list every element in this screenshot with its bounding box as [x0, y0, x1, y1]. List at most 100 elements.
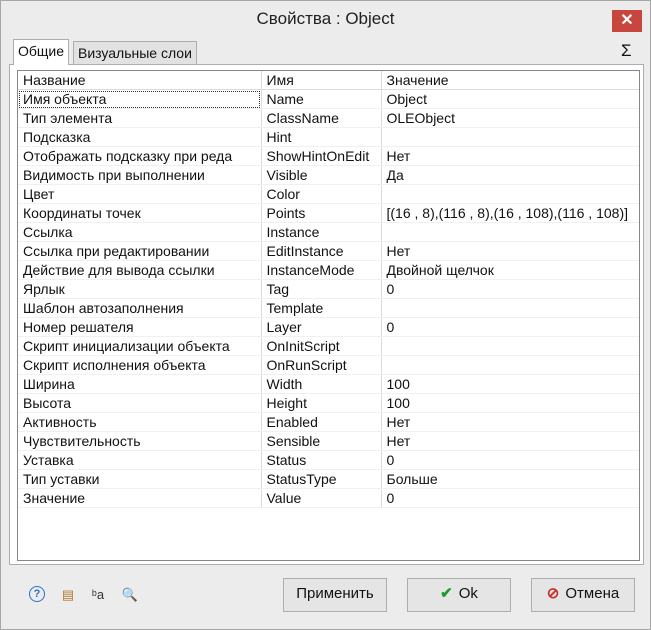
property-name[interactable]: Value: [261, 488, 382, 508]
property-title[interactable]: Шаблон автозаполнения: [18, 298, 262, 318]
property-name[interactable]: Layer: [261, 317, 382, 337]
property-value[interactable]: [381, 355, 639, 375]
property-row[interactable]: Видимость при выполнении Visible Да: [18, 165, 639, 185]
property-row[interactable]: Цвет Color: [18, 184, 639, 204]
property-title[interactable]: Уставка: [18, 450, 262, 470]
property-value[interactable]: 0: [381, 279, 639, 299]
property-row[interactable]: Скрипт исполнения объекта OnRunScript: [18, 355, 639, 375]
property-value[interactable]: [381, 127, 639, 147]
property-title[interactable]: Координаты точек: [18, 203, 262, 223]
property-title[interactable]: Тип уставки: [18, 469, 262, 489]
property-row[interactable]: Ссылка при редактировании EditInstance Нет: [18, 241, 639, 261]
property-name[interactable]: OnRunScript: [261, 355, 382, 375]
property-row[interactable]: Высота Height 100: [18, 393, 639, 413]
property-title[interactable]: Ширина: [18, 374, 262, 394]
property-title[interactable]: Скрипт исполнения объекта: [18, 355, 262, 375]
property-value[interactable]: 0: [381, 488, 639, 508]
tab-general[interactable]: Общие: [13, 39, 70, 65]
property-title[interactable]: Тип элемента: [18, 108, 262, 128]
property-value[interactable]: OLEObject: [381, 108, 639, 128]
property-name[interactable]: Enabled: [261, 412, 382, 432]
property-row[interactable]: Активность Enabled Нет: [18, 412, 639, 432]
ok-button[interactable]: ✔ Ok: [407, 578, 511, 612]
property-name[interactable]: Points: [261, 203, 382, 223]
property-name[interactable]: Color: [261, 184, 382, 204]
property-value[interactable]: Object: [381, 89, 639, 109]
property-title[interactable]: Ярлык: [18, 279, 262, 299]
property-title[interactable]: Видимость при выполнении: [18, 165, 262, 185]
property-value[interactable]: 0: [381, 450, 639, 470]
properties-grid[interactable]: Название Имя Значение Имя объекта Name Obj…: [17, 70, 640, 561]
property-title[interactable]: Активность: [18, 412, 262, 432]
property-name[interactable]: Visible: [261, 165, 382, 185]
property-title[interactable]: Действие для вывода ссылки: [18, 260, 262, 280]
property-value[interactable]: [381, 184, 639, 204]
property-title[interactable]: Значение: [18, 488, 262, 508]
property-value[interactable]: 100: [381, 393, 639, 413]
property-name[interactable]: Sensible: [261, 431, 382, 451]
property-value[interactable]: Нет: [381, 146, 639, 166]
column-header-name[interactable]: Название: [18, 71, 262, 90]
property-row[interactable]: Шаблон автозаполнения Template: [18, 298, 639, 318]
property-name[interactable]: Hint: [261, 127, 382, 147]
tab-visual-layers[interactable]: Визуальные слои: [73, 41, 197, 64]
properties-icon[interactable]: ▤: [59, 586, 77, 604]
close-button[interactable]: ✕: [612, 10, 642, 32]
property-value[interactable]: Больше: [381, 469, 639, 489]
property-row[interactable]: Ширина Width 100: [18, 374, 639, 394]
property-row[interactable]: Ярлык Tag 0: [18, 279, 639, 299]
property-title[interactable]: Ссылка при редактировании: [18, 241, 262, 261]
property-row[interactable]: Действие для вывода ссылки InstanceMode Дв…: [18, 260, 639, 280]
property-row[interactable]: Чувствительность Sensible Нет: [18, 431, 639, 451]
apply-button[interactable]: Применить: [283, 578, 387, 612]
property-value[interactable]: Двойной щелчок: [381, 260, 639, 280]
search-icon[interactable]: 🔍: [121, 586, 139, 604]
property-name[interactable]: Tag: [261, 279, 382, 299]
property-title[interactable]: Имя объекта: [18, 89, 262, 109]
help-icon[interactable]: ?: [29, 586, 45, 602]
property-title[interactable]: Номер решателя: [18, 317, 262, 337]
property-value[interactable]: [(16 , 8),(116 , 8),(16 , 108),(116 , 10…: [381, 203, 639, 223]
cancel-button[interactable]: ⊘ Отмена: [531, 578, 635, 612]
property-title[interactable]: Подсказка: [18, 127, 262, 147]
property-row[interactable]: Координаты точек Points [(16 , 8),(116 , 8…: [18, 203, 639, 223]
property-name[interactable]: Height: [261, 393, 382, 413]
property-name[interactable]: Status: [261, 450, 382, 470]
property-value[interactable]: [381, 298, 639, 318]
property-title[interactable]: Ссылка: [18, 222, 262, 242]
sigma-icon[interactable]: Σ: [621, 41, 632, 61]
property-row[interactable]: Уставка Status 0: [18, 450, 639, 470]
property-name[interactable]: ShowHintOnEdit: [261, 146, 382, 166]
property-row[interactable]: Значение Value 0: [18, 488, 639, 508]
property-value[interactable]: Да: [381, 165, 639, 185]
property-name[interactable]: Template: [261, 298, 382, 318]
property-name[interactable]: OnInitScript: [261, 336, 382, 356]
property-title[interactable]: Цвет: [18, 184, 262, 204]
property-title[interactable]: Отображать подсказку при реда: [18, 146, 262, 166]
property-value[interactable]: [381, 336, 639, 356]
property-value[interactable]: [381, 222, 639, 242]
property-title[interactable]: Скрипт инициализации объекта: [18, 336, 262, 356]
property-value[interactable]: 100: [381, 374, 639, 394]
property-title[interactable]: Чувствительность: [18, 431, 262, 451]
property-name[interactable]: Width: [261, 374, 382, 394]
property-row[interactable]: Номер решателя Layer 0: [18, 317, 639, 337]
column-header-value[interactable]: Значение: [381, 71, 639, 90]
property-row[interactable]: Тип уставки StatusType Больше: [18, 469, 639, 489]
property-row[interactable]: Тип элемента ClassName OLEObject: [18, 108, 639, 128]
property-value[interactable]: 0: [381, 317, 639, 337]
property-row[interactable]: Ссылка Instance: [18, 222, 639, 242]
property-name[interactable]: EditInstance: [261, 241, 382, 261]
property-row[interactable]: Подсказка Hint: [18, 127, 639, 147]
property-value[interactable]: Нет: [381, 412, 639, 432]
property-value[interactable]: Нет: [381, 431, 639, 451]
property-name[interactable]: StatusType: [261, 469, 382, 489]
property-name[interactable]: Name: [261, 89, 382, 109]
property-row[interactable]: Скрипт инициализации объекта OnInitScript: [18, 336, 639, 356]
column-header-id[interactable]: Имя: [261, 71, 382, 90]
rename-icon[interactable]: ᵇa: [89, 586, 107, 604]
property-row[interactable]: Отображать подсказку при реда ShowHintOnE…: [18, 146, 639, 166]
property-title[interactable]: Высота: [18, 393, 262, 413]
property-name[interactable]: InstanceMode: [261, 260, 382, 280]
property-value[interactable]: Нет: [381, 241, 639, 261]
